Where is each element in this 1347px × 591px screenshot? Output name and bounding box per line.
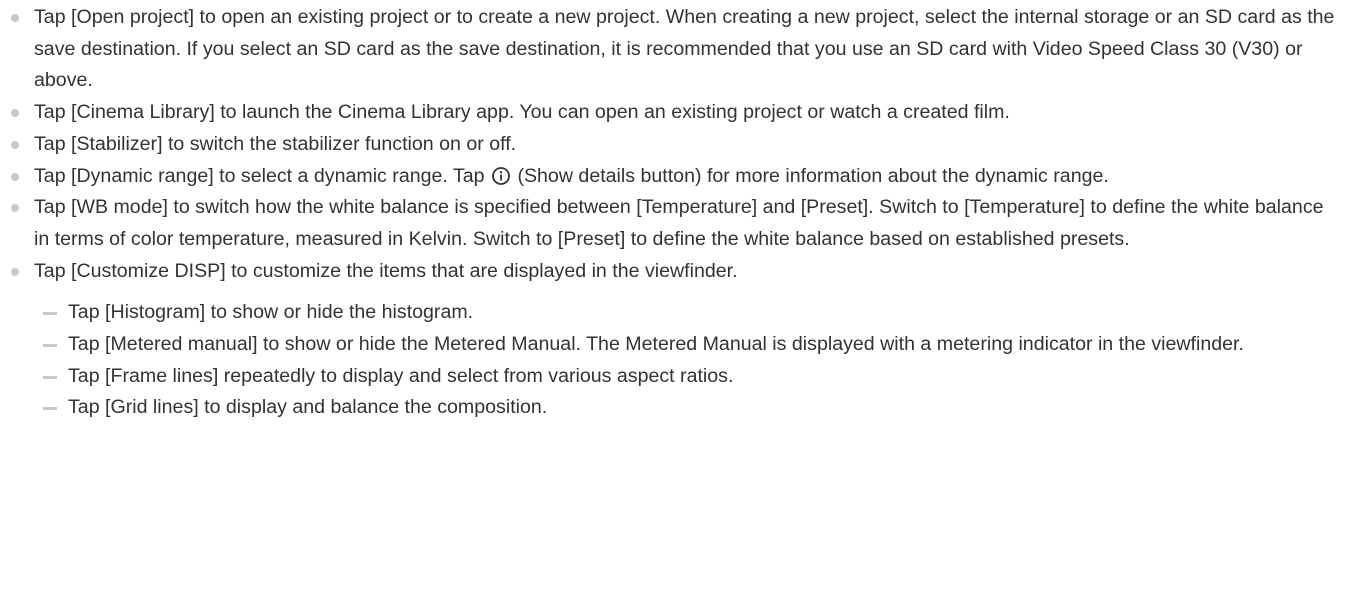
info-circle-icon xyxy=(492,164,510,185)
sub-item-grid-lines: Tap [Grid lines] to display and balance … xyxy=(43,392,1339,424)
sub-bullet-list: Tap [Histogram] to show or hide the hist… xyxy=(34,297,1339,424)
customize-disp-text: Tap [Customize DISP] to customize the it… xyxy=(34,259,738,282)
sub-item-metered-manual: Tap [Metered manual] to show or hide the… xyxy=(43,329,1339,361)
list-item-customize-disp: Tap [Customize DISP] to customize the it… xyxy=(11,256,1339,425)
list-item-cinema-library: Tap [Cinema Library] to launch the Cinem… xyxy=(11,97,1339,129)
dynamic-range-text-after: (Show details button) for more informati… xyxy=(517,164,1109,187)
list-item-dynamic-range: Tap [Dynamic range] to select a dynamic … xyxy=(11,161,1339,193)
list-item-wb-mode: Tap [WB mode] to switch how the white ba… xyxy=(11,192,1339,255)
instructions-section: Tap [Open project] to open an existing p… xyxy=(0,0,1347,424)
list-item-open-project: Tap [Open project] to open an existing p… xyxy=(11,2,1339,97)
dynamic-range-text-before: Tap [Dynamic range] to select a dynamic … xyxy=(34,164,485,187)
sub-item-frame-lines: Tap [Frame lines] repeatedly to display … xyxy=(43,361,1339,393)
sub-item-histogram: Tap [Histogram] to show or hide the hist… xyxy=(43,297,1339,329)
list-item-stabilizer: Tap [Stabilizer] to switch the stabilize… xyxy=(11,129,1339,161)
bullet-list: Tap [Open project] to open an existing p… xyxy=(0,2,1347,424)
